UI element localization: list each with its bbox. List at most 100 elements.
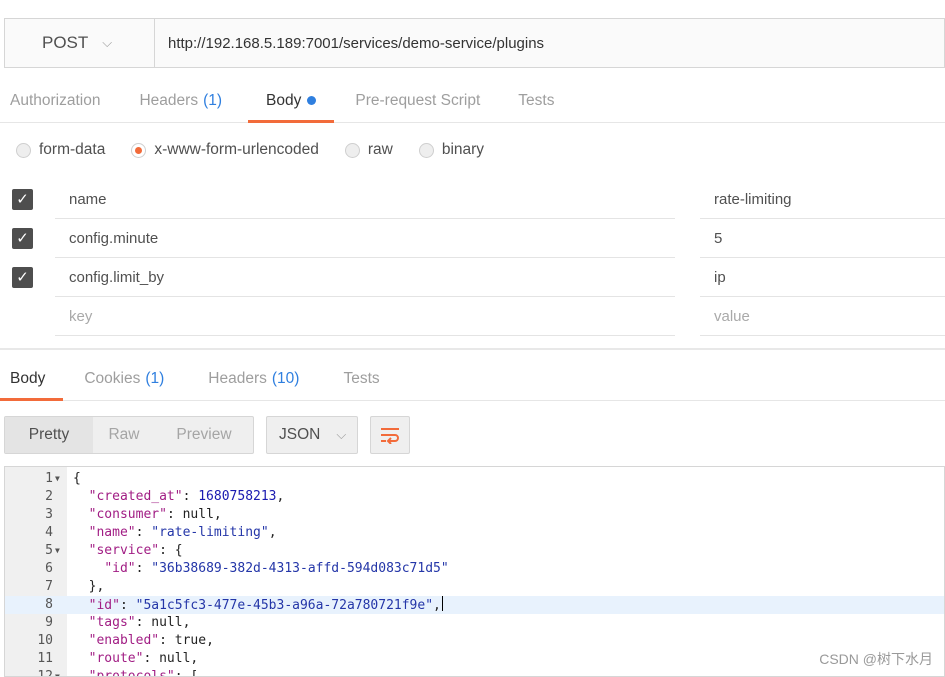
view-pretty-button[interactable]: Pretty [5, 417, 93, 453]
line-number: 1 [45, 471, 53, 486]
json-value: "5a1c5fc3-477e-45b3-a96a-72a780721f9e" [135, 598, 434, 613]
view-mode-segmented: Pretty Raw Preview [4, 416, 254, 454]
json-key: "name" [88, 525, 136, 540]
checkbox-checked-icon[interactable]: ✓ [12, 189, 33, 210]
param-value-input[interactable]: 5 [700, 219, 945, 258]
json-value: null [159, 651, 191, 666]
tab-cookies[interactable]: Cookies (1) [84, 357, 164, 400]
json-value: null [151, 615, 183, 630]
line-number: 10 [37, 633, 53, 648]
line-number: 5 [45, 543, 53, 558]
tab-label: Pre-request Script [355, 91, 481, 109]
tab-body[interactable]: Body [247, 79, 335, 123]
line-number: 2 [45, 489, 53, 504]
tab-headers[interactable]: Headers (1) [139, 79, 222, 122]
tab-pre-request-script[interactable]: Pre-request Script [355, 79, 480, 122]
view-preview-button[interactable]: Preview [155, 417, 253, 453]
radio-selected-icon [131, 142, 147, 158]
code-line: 11 "route": null, [5, 650, 944, 668]
param-row-new: key value [0, 297, 945, 336]
text-caret [441, 596, 443, 611]
code-line: 2 "created_at": 1680758213, [5, 488, 944, 506]
watermark: CSDN @树下水月 [819, 651, 933, 667]
fold-arrow-icon[interactable]: ▼ [55, 470, 60, 488]
tab-label: Tests [343, 369, 380, 387]
json-key: "enabled" [88, 633, 160, 648]
tab-response-body[interactable]: Body [0, 357, 64, 401]
code-line: 5 ▼ "service": { [5, 542, 944, 560]
line-number: 6 [45, 561, 53, 576]
radio-binary[interactable]: binary [418, 141, 485, 159]
chevron-down-icon: ⌵ [102, 35, 113, 50]
tab-label: Tests [518, 91, 555, 109]
tab-authorization[interactable]: Authorization [10, 79, 100, 122]
code-line: 9 "tags": null, [5, 614, 944, 632]
json-value: null [182, 507, 214, 522]
url-input[interactable]: http://192.168.5.189:7001/services/demo-… [155, 19, 944, 67]
radio-circle-icon [16, 142, 31, 158]
tab-label: Headers [139, 91, 199, 109]
modified-dot-icon [307, 96, 317, 105]
tab-label: Body [266, 91, 302, 109]
line-number: 4 [45, 525, 53, 540]
json-key: "tags" [88, 615, 136, 630]
fold-arrow-icon[interactable]: ▼ [55, 542, 60, 560]
code-line: 6 "id": "36b38689-382d-4313-affd-594d083… [5, 560, 944, 578]
json-key: "protocols" [88, 669, 175, 677]
tab-count: (10) [271, 369, 300, 387]
radio-form-data[interactable]: form-data [16, 141, 105, 159]
radio-label: binary [441, 141, 485, 158]
param-key-input[interactable]: config.limit_by [55, 258, 675, 297]
view-raw-button[interactable]: Raw [93, 417, 155, 453]
radio-label: form-data [39, 141, 106, 158]
tab-response-headers[interactable]: Headers (10) [208, 357, 299, 400]
code-line: 7 }, [5, 578, 944, 596]
tab-tests[interactable]: Tests [518, 79, 554, 122]
line-number: 3 [45, 507, 53, 522]
tab-response-tests[interactable]: Tests [343, 357, 379, 400]
tab-count: (1) [145, 369, 165, 387]
json-value: "rate-limiting" [151, 525, 269, 540]
pane-divider[interactable] [0, 348, 945, 350]
radio-circle-icon [418, 142, 434, 158]
radio-label: raw [367, 141, 393, 158]
code-line: 10 "enabled": true, [5, 632, 944, 650]
tab-label: Headers [208, 369, 267, 387]
json-key: "id" [104, 561, 136, 576]
param-value-input[interactable]: rate-limiting [700, 180, 945, 219]
format-select[interactable]: JSON ⌵ [266, 416, 358, 454]
new-key-input[interactable]: key [55, 297, 675, 336]
param-value-input[interactable]: ip [700, 258, 945, 297]
json-key: "consumer" [88, 507, 167, 522]
json-key: "service" [88, 543, 160, 558]
checkbox-checked-icon[interactable]: ✓ [12, 228, 33, 249]
param-row: ✓ name rate-limiting [0, 180, 945, 219]
fold-arrow-icon[interactable]: ▼ [55, 668, 60, 676]
radio-label: x-www-form-urlencoded [154, 141, 319, 158]
checkbox-checked-icon[interactable]: ✓ [12, 267, 33, 288]
param-key-input[interactable]: config.minute [55, 219, 675, 258]
tab-label: Authorization [10, 91, 101, 109]
radio-raw[interactable]: raw [344, 141, 393, 159]
code-line: 12 ▼ "protocols": [ [5, 668, 944, 677]
code-line: 1 ▼ { [5, 470, 944, 488]
line-number: 11 [37, 651, 53, 666]
line-number: 12 [37, 669, 53, 677]
line-number: 9 [45, 615, 53, 630]
wrap-lines-icon [381, 428, 399, 444]
code-line: 3 "consumer": null, [5, 506, 944, 524]
json-key: "route" [88, 651, 144, 666]
wrap-lines-button[interactable] [370, 416, 410, 454]
param-key-input[interactable]: name [55, 180, 675, 219]
method-label: POST [42, 33, 89, 52]
method-select[interactable]: POST ⌵ [5, 19, 155, 67]
new-value-input[interactable]: value [700, 297, 945, 336]
chevron-down-icon: ⌵ [336, 427, 347, 442]
response-code-editor[interactable]: 1 ▼ { 2 "created_at": 1680758213, 3 "con… [4, 466, 945, 677]
json-value: true [174, 633, 207, 648]
line-number: 8 [45, 597, 53, 612]
body-mode-radios: form-data x-www-form-urlencoded raw bina… [16, 136, 510, 164]
radio-x-www-form-urlencoded[interactable]: x-www-form-urlencoded [131, 141, 319, 159]
json-key: "id" [88, 598, 120, 613]
line-number: 7 [45, 579, 53, 594]
